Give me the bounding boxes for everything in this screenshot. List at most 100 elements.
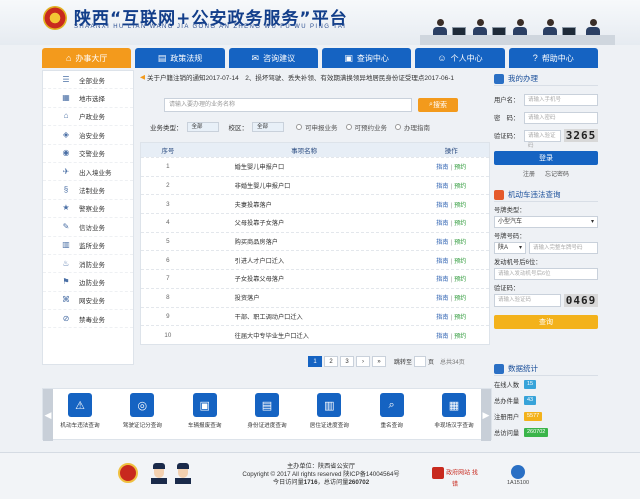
book-link[interactable]: 预约 [454, 239, 466, 246]
last-page-button[interactable]: » [372, 356, 386, 367]
guide-link[interactable]: 指南 [436, 164, 448, 171]
tab-query[interactable]: ▣ 查询中心 [321, 48, 412, 68]
service-label: 身份证进度查询 [247, 423, 287, 429]
book-link[interactable]: 预约 [454, 314, 466, 321]
password-input[interactable]: 请输入密码 [524, 111, 598, 124]
sidebar-item-traffic[interactable]: ◉ 交警业务 [43, 145, 133, 163]
row-actions: 指南 | 预约 [414, 218, 490, 227]
forgot-password-link[interactable]: 忘记密码 [545, 169, 569, 178]
guide-link[interactable]: 指南 [436, 258, 448, 265]
area-select[interactable]: 全部 [252, 122, 284, 132]
guide-link[interactable]: 指南 [436, 183, 448, 190]
book-link[interactable]: 预约 [454, 183, 466, 190]
tab-personal[interactable]: ☺ 个人中心 [415, 48, 505, 68]
sidebar-item-border[interactable]: ⚑ 边防业务 [43, 273, 133, 292]
sidebar-item-all[interactable]: ☰ 全部业务 [43, 71, 133, 90]
row-no: 8 [166, 294, 170, 302]
services-next-button[interactable]: ▶ [481, 389, 491, 441]
login-captcha-image[interactable]: 3265 [564, 129, 598, 142]
radio-guide[interactable]: 办理指南 [395, 122, 430, 132]
radio-bookable[interactable]: 可预约业务 [345, 122, 387, 132]
vehicle-captcha-image[interactable]: 0469 [564, 294, 598, 307]
sidebar-item-prison[interactable]: ▥ 监所业务 [43, 237, 133, 255]
username-label: 用户名： [494, 97, 520, 104]
row-no: 2 [166, 182, 170, 190]
service-document-search[interactable]: ▦ 非现场汉字查询 [429, 393, 479, 429]
login-code-input[interactable]: 请输入验证码 [524, 129, 561, 149]
row-name[interactable]: 父母投靠子女落户 [195, 218, 414, 227]
service-residence-card[interactable]: ▥ 居住证进度查询 [304, 393, 354, 429]
sidebar-item-passport[interactable]: ✈ 出入境业务 [43, 163, 133, 182]
search-input[interactable]: 请输入要办理的业务名称 [164, 98, 412, 112]
row-actions: 指南 | 预约 [414, 181, 490, 190]
row-name[interactable]: 子女投靠父母落户 [195, 274, 414, 283]
notice-bar[interactable]: ◀ 关于户籍注销的通知2017-07-14 2、损坏驾驶、丢失补领、有效期满换领异… [140, 70, 490, 84]
username-input[interactable]: 请输入手机号 [524, 93, 598, 106]
tab-consult[interactable]: ✉ 咨询建议 [228, 48, 318, 68]
guide-link[interactable]: 指南 [436, 333, 448, 340]
register-link[interactable]: 注册 [523, 169, 535, 178]
guide-link[interactable]: 指南 [436, 276, 448, 283]
tab-policy[interactable]: ▤ 政策法规 [135, 48, 225, 68]
plate-number-input[interactable]: 请输入完整车牌号码 [529, 242, 598, 254]
gov-logo-icon [432, 467, 445, 479]
book-link[interactable]: 预约 [454, 258, 466, 265]
row-name[interactable]: 投资落户 [195, 293, 414, 302]
next-page-button[interactable]: › [356, 356, 370, 367]
book-link[interactable]: 预约 [454, 333, 466, 340]
page-1[interactable]: 1 [308, 356, 322, 367]
service-car-query[interactable]: ⚠ 机动车违法查询 [55, 393, 105, 429]
gov-site-error-logo[interactable]: 政府网站 找错 [432, 467, 478, 488]
service-car-scrap[interactable]: ▣ 车辆报废查询 [180, 393, 230, 429]
border-icon: ⚑ [62, 276, 70, 286]
radio-declarable[interactable]: 可申报业务 [296, 122, 338, 132]
sidebar-item-police[interactable]: ★ 警察业务 [43, 200, 133, 219]
sidebar-item-fire[interactable]: ♨ 消防业务 [43, 255, 133, 274]
guide-link[interactable]: 指南 [436, 314, 448, 321]
guide-link[interactable]: 指南 [436, 239, 448, 246]
sidebar-item-city[interactable]: ▦ 地市选择 [43, 89, 133, 108]
row-name[interactable]: 往届大中专毕业生户口迁入 [195, 331, 414, 340]
vehicle-query-button[interactable]: 查询 [494, 315, 598, 329]
sidebar-item-network[interactable]: ⌘ 网安业务 [43, 292, 133, 311]
total-pages: 总共34页 [440, 360, 465, 366]
services-prev-button[interactable]: ◀ [43, 389, 53, 441]
guide-link[interactable]: 指南 [436, 202, 448, 209]
sidebar-item-security[interactable]: ◈ 治安业务 [43, 126, 133, 145]
plate-prefix-select[interactable]: 陕A [494, 242, 526, 254]
page-3[interactable]: 3 [340, 356, 354, 367]
guide-link[interactable]: 指南 [436, 295, 448, 302]
row-name[interactable]: 引进人才户口迁入 [195, 256, 414, 265]
business-type-select[interactable]: 全部 [186, 122, 219, 132]
search-button[interactable]: ⌕ 搜索 [418, 98, 458, 112]
page-2[interactable]: 2 [324, 356, 338, 367]
service-license-score[interactable]: ◎ 驾驶证记分查询 [117, 393, 167, 429]
vehicle-code-input[interactable]: 请输入验证码 [494, 294, 561, 307]
row-name[interactable]: 购买商品房落户 [195, 237, 414, 246]
row-name[interactable]: 夫妻投靠落户 [195, 200, 414, 209]
service-id-card[interactable]: ▤ 身份证进度查询 [242, 393, 292, 429]
certification-logo[interactable]: 1A15100 [500, 465, 536, 486]
guide-link[interactable]: 指南 [436, 220, 448, 227]
sidebar-item-petition[interactable]: ✎ 信访业务 [43, 218, 133, 237]
engine-number-input[interactable]: 请输入发动机号后6位 [494, 268, 598, 280]
book-link[interactable]: 预约 [454, 202, 466, 209]
service-name-search[interactable]: ⌕ 重名查询 [367, 393, 417, 429]
sidebar-item-law[interactable]: § 法制业务 [43, 181, 133, 200]
tab-help[interactable]: ? 帮助中心 [508, 48, 598, 68]
sidebar-item-drug[interactable]: ⊘ 禁毒业务 [43, 310, 133, 329]
tab-hall[interactable]: ⌂ 办事大厅 [42, 48, 132, 68]
sidebar-item-household[interactable]: ⌂ 户政业务 [43, 108, 133, 127]
book-link[interactable]: 预约 [454, 276, 466, 283]
jump-input[interactable] [414, 356, 427, 367]
row-name[interactable]: 干部、职工调动户口迁入 [195, 312, 414, 321]
login-button[interactable]: 登录 [494, 151, 598, 165]
plate-type-select[interactable]: 小型汽车 [494, 216, 598, 228]
row-actions: 指南 | 预约 [414, 162, 490, 171]
book-link[interactable]: 预约 [454, 164, 466, 171]
row-name[interactable]: 婚生婴儿申报户口 [195, 162, 414, 171]
book-link[interactable]: 预约 [454, 295, 466, 302]
table-row: 9 干部、职工调动户口迁入 指南 | 预约 [141, 306, 489, 326]
row-name[interactable]: 非婚生婴儿申报户口 [195, 181, 414, 190]
book-link[interactable]: 预约 [454, 220, 466, 227]
